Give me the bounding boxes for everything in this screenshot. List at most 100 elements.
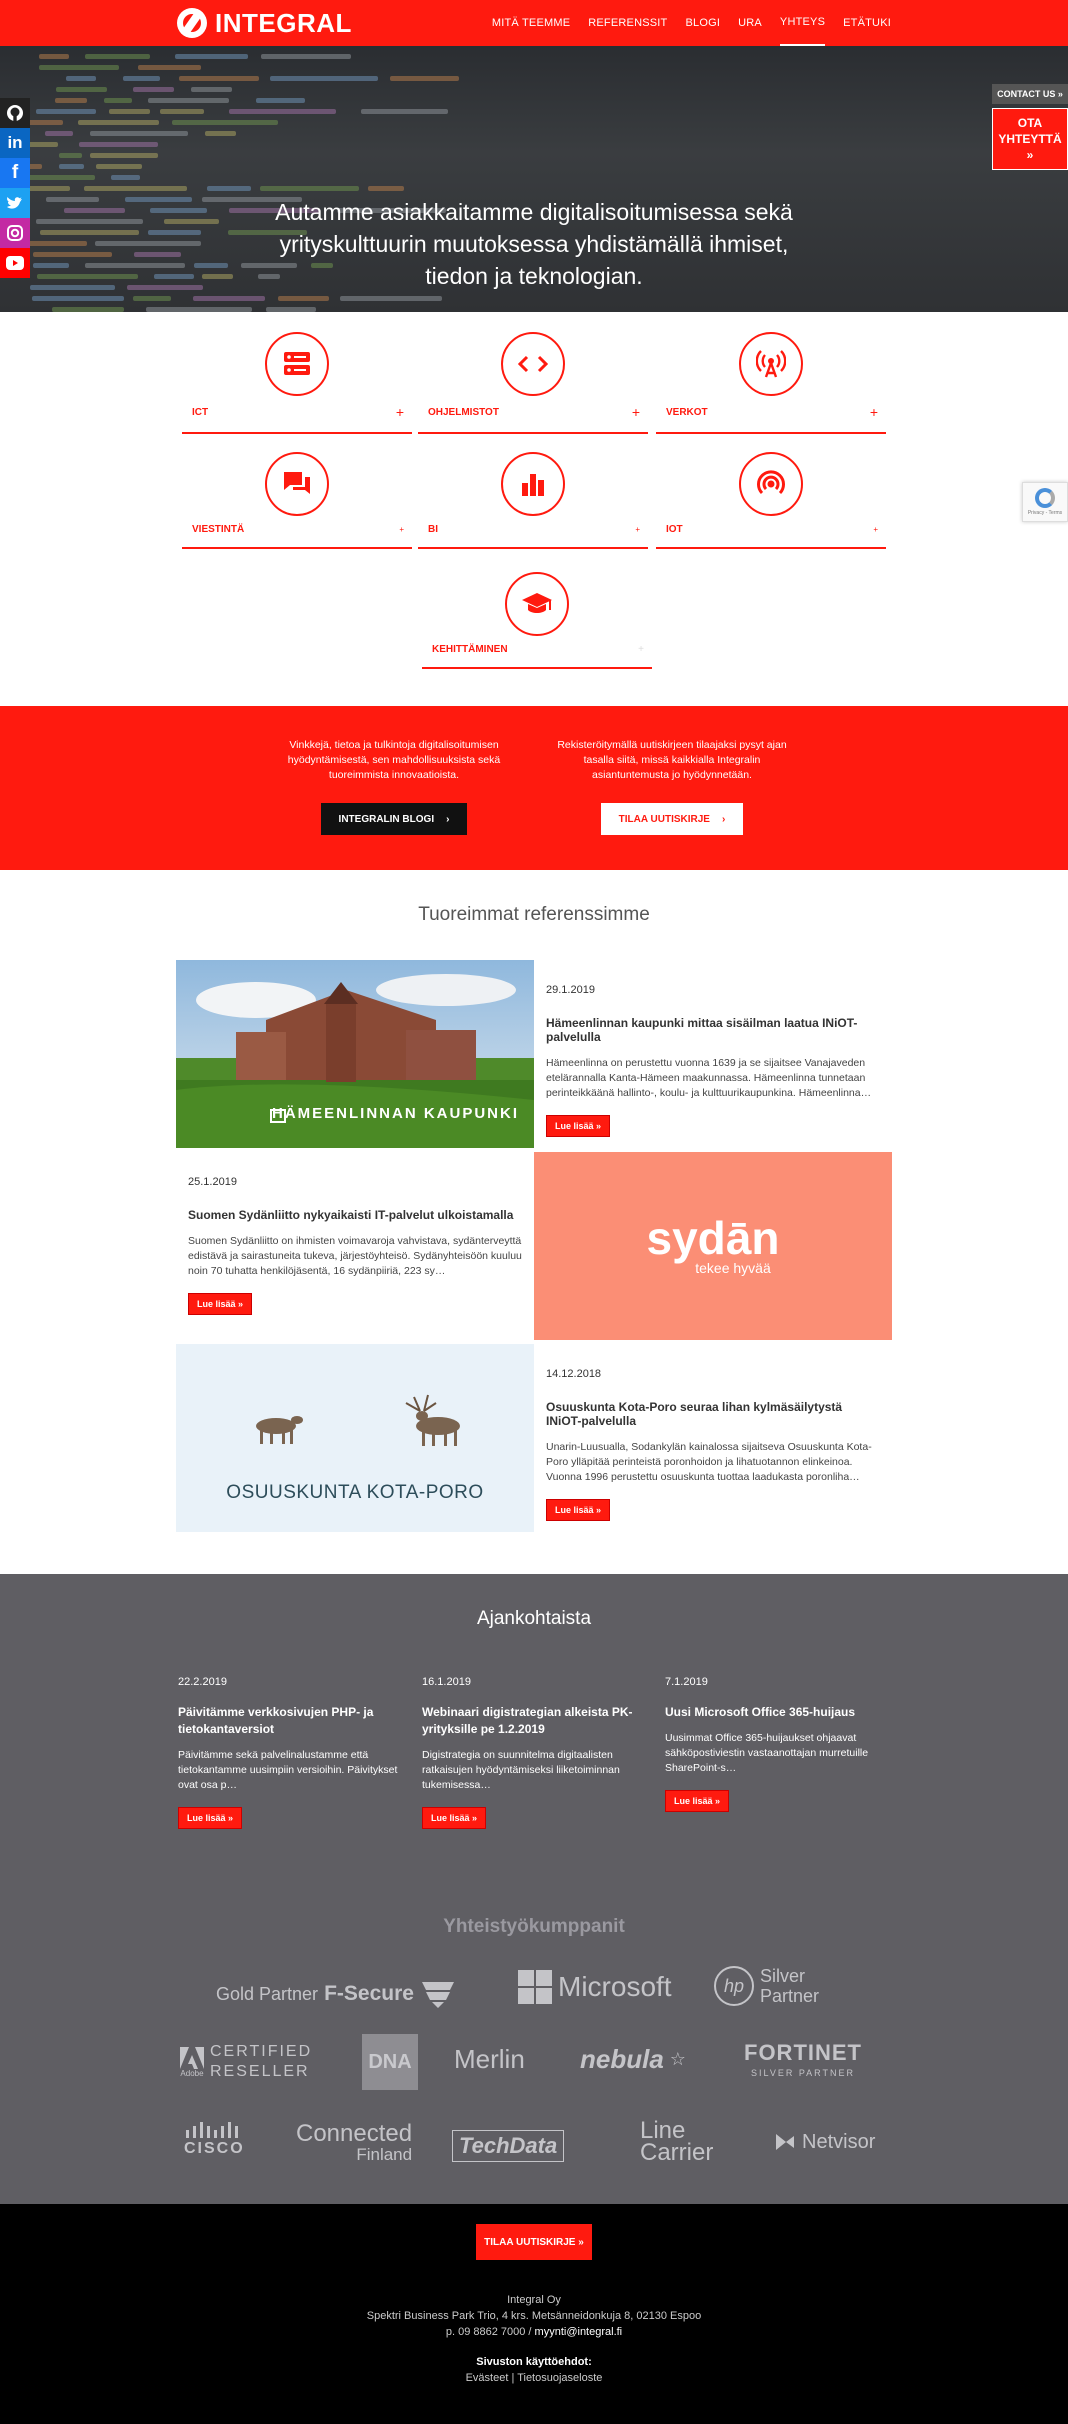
code-line-decoration <box>138 65 201 70</box>
connected-finland-logo[interactable]: Connected Finland <box>296 2122 412 2164</box>
reference-date: 29.1.2019 <box>546 984 595 996</box>
nav-item-referenssit[interactable]: REFERENSSIT <box>588 0 667 46</box>
ota-yhteytta-button[interactable]: OTA YHTEYTTÄ » <box>992 108 1068 170</box>
nebula-logo[interactable]: nebula ☆ <box>580 2044 686 2075</box>
contact-us-tab[interactable]: CONTACT US » <box>992 84 1068 104</box>
hp-logo[interactable]: hp Silver Partner <box>714 1966 819 2006</box>
code-line-decoration <box>104 98 132 103</box>
news-item: 22.2.2019 Päivitämme verkkosivujen PHP- … <box>178 1676 398 1829</box>
privacy-link[interactable]: Tietosuojaseloste <box>517 2372 602 2384</box>
news-headline[interactable]: Päivitämme verkkosivujen PHP- ja tietoka… <box>178 1704 398 1738</box>
hp-silver-text: Silver <box>760 1966 806 1986</box>
read-more-button[interactable]: Lue lisää » <box>188 1293 253 1315</box>
service-verkot[interactable]: VERKOT + <box>656 332 886 434</box>
promo-band: Vinkkejä, tietoa ja tulkintoja digitalis… <box>0 706 1068 870</box>
logo-mark-icon <box>177 8 207 38</box>
adobe-certified-text: CERTIFIED <box>210 2043 313 2060</box>
read-more-button[interactable]: Lue lisää » <box>546 1499 611 1521</box>
code-line-decoration <box>175 54 248 59</box>
expand-icon: + <box>869 404 878 420</box>
fortinet-logo[interactable]: FORTINET SILVER PARTNER <box>744 2040 862 2078</box>
cookies-link[interactable]: Evästeet <box>466 2372 509 2384</box>
code-line-decoration <box>84 186 187 191</box>
service-bi[interactable]: BI + <box>418 452 648 549</box>
nebula-logo-text: nebula <box>580 2044 664 2074</box>
integralin-blogi-button[interactable]: INTEGRALIN BLOGI › <box>320 803 468 835</box>
terms-title: Sivuston käyttöehdot: <box>476 2356 592 2368</box>
instagram-icon[interactable] <box>0 218 30 248</box>
chat-icon <box>265 452 329 516</box>
twitter-icon[interactable] <box>0 188 30 218</box>
news-description: Uusimmat Office 365-huijaukset ohjaavat … <box>665 1732 869 1774</box>
nav-item-ura[interactable]: URA <box>738 0 762 46</box>
reference-title[interactable]: Suomen Sydänliitto nykyaikaisti IT-palve… <box>188 1208 522 1222</box>
code-line-decoration <box>260 186 359 191</box>
dna-logo[interactable]: DNA <box>362 2034 418 2090</box>
newsletter-promo: Rekisteröitymällä uutiskirjeen tilaajaks… <box>552 738 792 835</box>
code-line-decoration <box>340 296 442 301</box>
read-more-button[interactable]: Lue lisää » <box>546 1115 611 1137</box>
netvisor-icon <box>776 2134 794 2150</box>
bar-chart-icon <box>501 452 565 516</box>
nav-item-blogi[interactable]: BLOGI <box>685 0 720 46</box>
service-iot[interactable]: IOT + <box>656 452 886 549</box>
news-date: 16.1.2019 <box>422 1676 471 1688</box>
merlin-logo[interactable]: Merlin <box>454 2044 525 2075</box>
github-icon[interactable] <box>0 98 30 128</box>
line-carrier-logo[interactable]: Line Carrier <box>640 2119 713 2165</box>
news-headline[interactable]: Webinaari digistrategian alkeista PK-yri… <box>422 1704 642 1738</box>
site-footer: TILAA UUTISKIRJE » Integral Oy Spektri B… <box>0 2204 1068 2424</box>
code-line-decoration <box>205 131 236 136</box>
fsecure-logo[interactable]: Gold Partner F-Secure <box>216 1980 456 2008</box>
nav-item-yhteys[interactable]: YHTEYS <box>779 0 826 46</box>
service-kehittaminen[interactable]: KEHITTÄMINEN + <box>422 572 652 669</box>
code-line-decoration <box>90 131 188 136</box>
cisco-logo[interactable]: CISCO <box>184 2122 245 2158</box>
service-label: OHJELMISTOT <box>428 406 499 418</box>
read-more-button[interactable]: Lue lisää » <box>665 1790 730 1812</box>
service-ict[interactable]: ICT + <box>182 332 412 434</box>
code-line-decoration <box>96 164 142 169</box>
code-line-decoration <box>207 186 251 191</box>
company-email[interactable]: myynti@integral.fi <box>535 2326 623 2338</box>
facebook-icon[interactable]: f <box>0 158 30 188</box>
tilaa-uutiskirje-button[interactable]: TILAA UUTISKIRJE › <box>600 803 744 835</box>
microsoft-logo[interactable]: Microsoft <box>518 1970 672 2004</box>
read-more-button[interactable]: Lue lisää » <box>178 1807 243 1829</box>
chevron-right-icon: › <box>721 813 726 825</box>
hero-banner: Autamme asiakkaitamme digitalisoitumises… <box>0 46 1068 312</box>
code-line-decoration <box>85 54 150 59</box>
code-line-decoration <box>39 54 69 59</box>
netvisor-logo[interactable]: Netvisor <box>772 2130 875 2154</box>
news-headline[interactable]: Uusi Microsoft Office 365-huijaus <box>665 1704 885 1721</box>
code-line-decoration <box>111 175 140 180</box>
hameenlinna-castle-image[interactable]: HÄMEENLINNAN KAUPUNKI <box>176 960 534 1148</box>
microsoft-windows-icon <box>518 1970 552 2004</box>
techdata-logo[interactable]: TechData <box>452 2130 565 2162</box>
hero-line-2: yrityskulttuurin muutoksessa yhdistämäll… <box>279 231 789 257</box>
service-ohjelmistot[interactable]: OHJELMISTOT + <box>418 332 648 434</box>
linkedin-icon[interactable]: in <box>0 128 30 158</box>
nav-item-mita-teemme[interactable]: MITÄ TEEMME <box>492 0 570 46</box>
reference-title[interactable]: Hämeenlinnan kaupunki mittaa sisäilman l… <box>546 1016 880 1044</box>
footer-subscribe-button[interactable]: TILAA UUTISKIRJE » <box>476 2224 592 2260</box>
service-viestinta[interactable]: VIESTINTÄ + <box>182 452 412 549</box>
references-section: Tuoreimmat referenssimme HÄMEENLINNAN KA… <box>0 870 1068 1574</box>
read-more-button[interactable]: Lue lisää » <box>422 1807 487 1829</box>
news-description: Päivitämme sekä palvelinalustamme että t… <box>178 1749 398 1791</box>
reference-title[interactable]: Osuuskunta Kota-Poro seuraa lihan kylmäs… <box>546 1400 880 1428</box>
kota-poro-image[interactable]: OSUUSKUNTA KOTA-PORO <box>176 1344 534 1532</box>
company-phone: p. 09 8862 7000 / <box>445 2326 532 2338</box>
youtube-icon[interactable] <box>0 248 30 278</box>
nav-item-etatuki[interactable]: ETÄTUKI <box>843 0 891 46</box>
code-line-decoration <box>45 131 73 136</box>
integral-logo[interactable]: INTEGRAL <box>177 8 352 39</box>
expand-icon: + <box>631 404 640 420</box>
reference-sydanliitto: 25.1.2019 Suomen Sydänliitto nykyaikaist… <box>176 1152 892 1340</box>
kota-poro-logo-text: OSUUSKUNTA KOTA-PORO <box>226 1482 484 1503</box>
adobe-logo[interactable]: Adobe CERTIFIED RESELLER <box>180 2042 312 2082</box>
expand-icon: + <box>873 525 878 534</box>
sydanliitto-image[interactable]: sydān tekee hyvää <box>534 1152 892 1340</box>
chevron-right-icon: › <box>446 813 450 825</box>
expand-icon: + <box>395 404 404 420</box>
